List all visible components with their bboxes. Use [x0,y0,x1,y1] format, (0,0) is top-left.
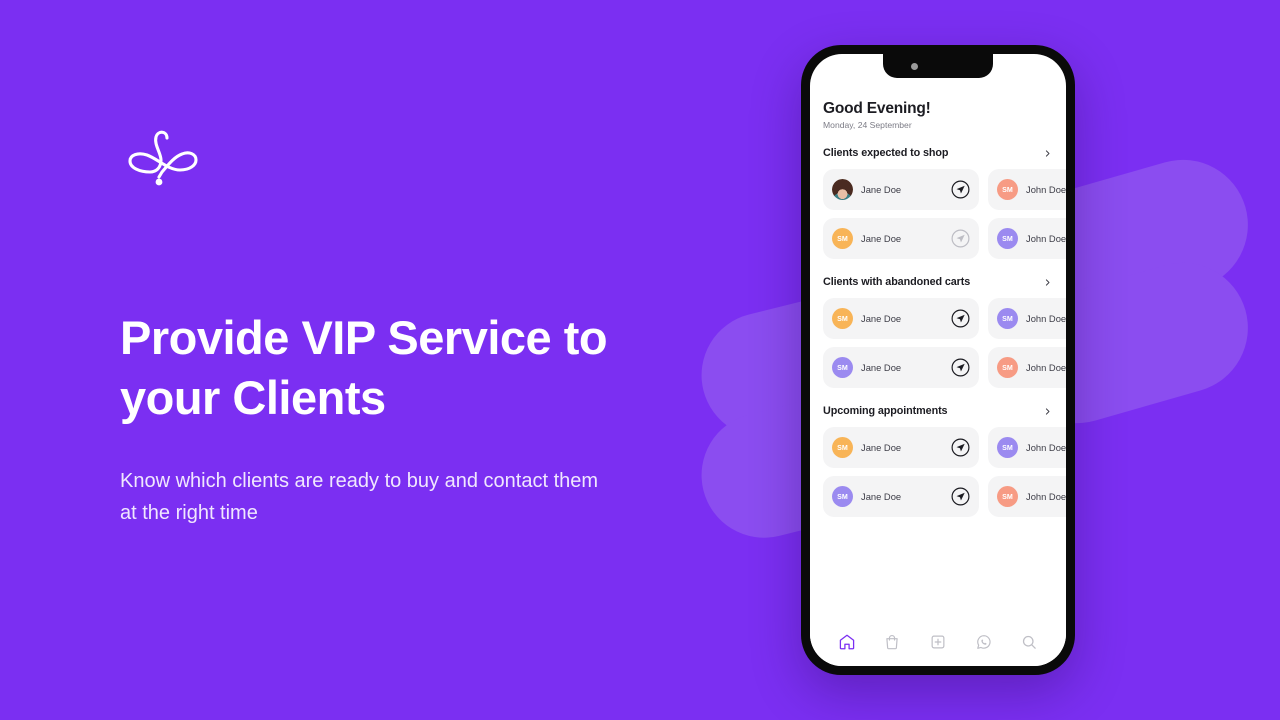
card-row: SM Jane Doe SM John Doe [823,218,1066,259]
avatar [832,179,853,200]
avatar: SM [832,486,853,507]
section-header[interactable]: Upcoming appointments [810,405,1066,417]
client-section: Clients with abandoned carts SM Jane Doe… [810,276,1066,388]
client-card-list: SM Jane Doe SM John Doe SM Jane Doe SM J… [810,298,1066,388]
avatar: SM [832,228,853,249]
nav-shopping-bag-icon[interactable] [883,633,901,651]
send-message-icon[interactable] [951,180,970,199]
section-header[interactable]: Clients with abandoned carts [810,276,1066,288]
send-message-icon[interactable] [951,309,970,328]
nav-home-icon[interactable] [838,633,856,651]
app-content: Good Evening! Monday, 24 September Clien… [810,54,1066,622]
client-name: Jane Doe [861,233,902,244]
avatar: SM [832,308,853,329]
client-card[interactable]: SM John Doe [988,169,1066,210]
client-name: John Doe [1026,233,1066,244]
avatar: SM [832,437,853,458]
nav-plus-square-icon[interactable] [929,633,947,651]
card-row: SM Jane Doe SM John Doe [823,427,1066,468]
client-card[interactable]: SM John Doe [988,347,1066,388]
avatar: SM [997,179,1018,200]
client-name: John Doe [1026,313,1066,324]
client-card[interactable]: SM Jane Doe [823,347,979,388]
bottom-navigation[interactable] [810,622,1066,666]
client-name: John Doe [1026,184,1066,195]
card-row: SM Jane Doe SM John Doe [823,347,1066,388]
chevron-right-icon [1045,278,1050,286]
avatar: SM [997,308,1018,329]
send-message-icon[interactable] [951,358,970,377]
section-title: Clients with abandoned carts [823,276,971,288]
phone-screen: Good Evening! Monday, 24 September Clien… [810,54,1066,666]
card-row: SM Jane Doe SM John Doe [823,298,1066,339]
client-card-list: SM Jane Doe SM John Doe SM Jane Doe SM J… [810,427,1066,517]
client-name: Jane Doe [861,362,902,373]
marketing-column: Provide VIP Service to your Clients Know… [120,128,720,530]
avatar: SM [832,357,853,378]
front-camera-icon [911,62,918,70]
client-card[interactable]: Jane Doe [823,169,979,210]
client-card[interactable]: SM Jane Doe [823,218,979,259]
flourish-swirl-logo [128,130,198,186]
send-message-icon[interactable] [951,229,970,248]
client-card[interactable]: SM John Doe [988,427,1066,468]
nav-whatsapp-icon[interactable] [975,633,993,651]
sections-list: Clients expected to shop Jane Doe SM Joh… [810,147,1066,517]
chevron-right-icon [1045,149,1050,157]
section-title: Upcoming appointments [823,405,948,417]
client-name: Jane Doe [861,442,902,453]
date-text: Monday, 24 September [823,120,912,130]
client-card[interactable]: SM John Doe [988,218,1066,259]
client-card[interactable]: SM John Doe [988,298,1066,339]
client-name: Jane Doe [861,184,902,195]
avatar: SM [997,486,1018,507]
send-message-icon[interactable] [951,487,970,506]
phone-notch [883,54,993,78]
avatar: SM [997,228,1018,249]
phone-mockup: Good Evening! Monday, 24 September Clien… [801,45,1075,675]
client-card[interactable]: SM Jane Doe [823,427,979,468]
chevron-right-icon [1045,407,1050,415]
section-title: Clients expected to shop [823,147,949,159]
avatar: SM [997,437,1018,458]
client-name: Jane Doe [861,491,902,502]
page-subtitle: Know which clients are ready to buy and … [120,470,599,524]
promo-slide: Provide VIP Service to your Clients Know… [0,0,1280,720]
client-card[interactable]: SM Jane Doe [823,298,979,339]
section-header[interactable]: Clients expected to shop [810,147,1066,159]
client-name: Jane Doe [861,313,902,324]
client-name: John Doe [1026,362,1066,373]
send-message-icon[interactable] [951,438,970,457]
card-row: Jane Doe SM John Doe [823,169,1066,210]
page-title: Provide VIP Service to your Clients [120,311,608,425]
client-section: Clients expected to shop Jane Doe SM Joh… [810,147,1066,259]
avatar: SM [997,357,1018,378]
client-card-list: Jane Doe SM John Doe SM Jane Doe SM John… [810,169,1066,259]
nav-search-icon[interactable] [1020,633,1038,651]
client-name: John Doe [1026,491,1066,502]
card-row: SM Jane Doe SM John Doe [823,476,1066,517]
client-section: Upcoming appointments SM Jane Doe SM Joh… [810,405,1066,517]
client-card[interactable]: SM John Doe [988,476,1066,517]
greeting-text: Good Evening! [823,100,931,117]
client-name: John Doe [1026,442,1066,453]
client-card[interactable]: SM Jane Doe [823,476,979,517]
